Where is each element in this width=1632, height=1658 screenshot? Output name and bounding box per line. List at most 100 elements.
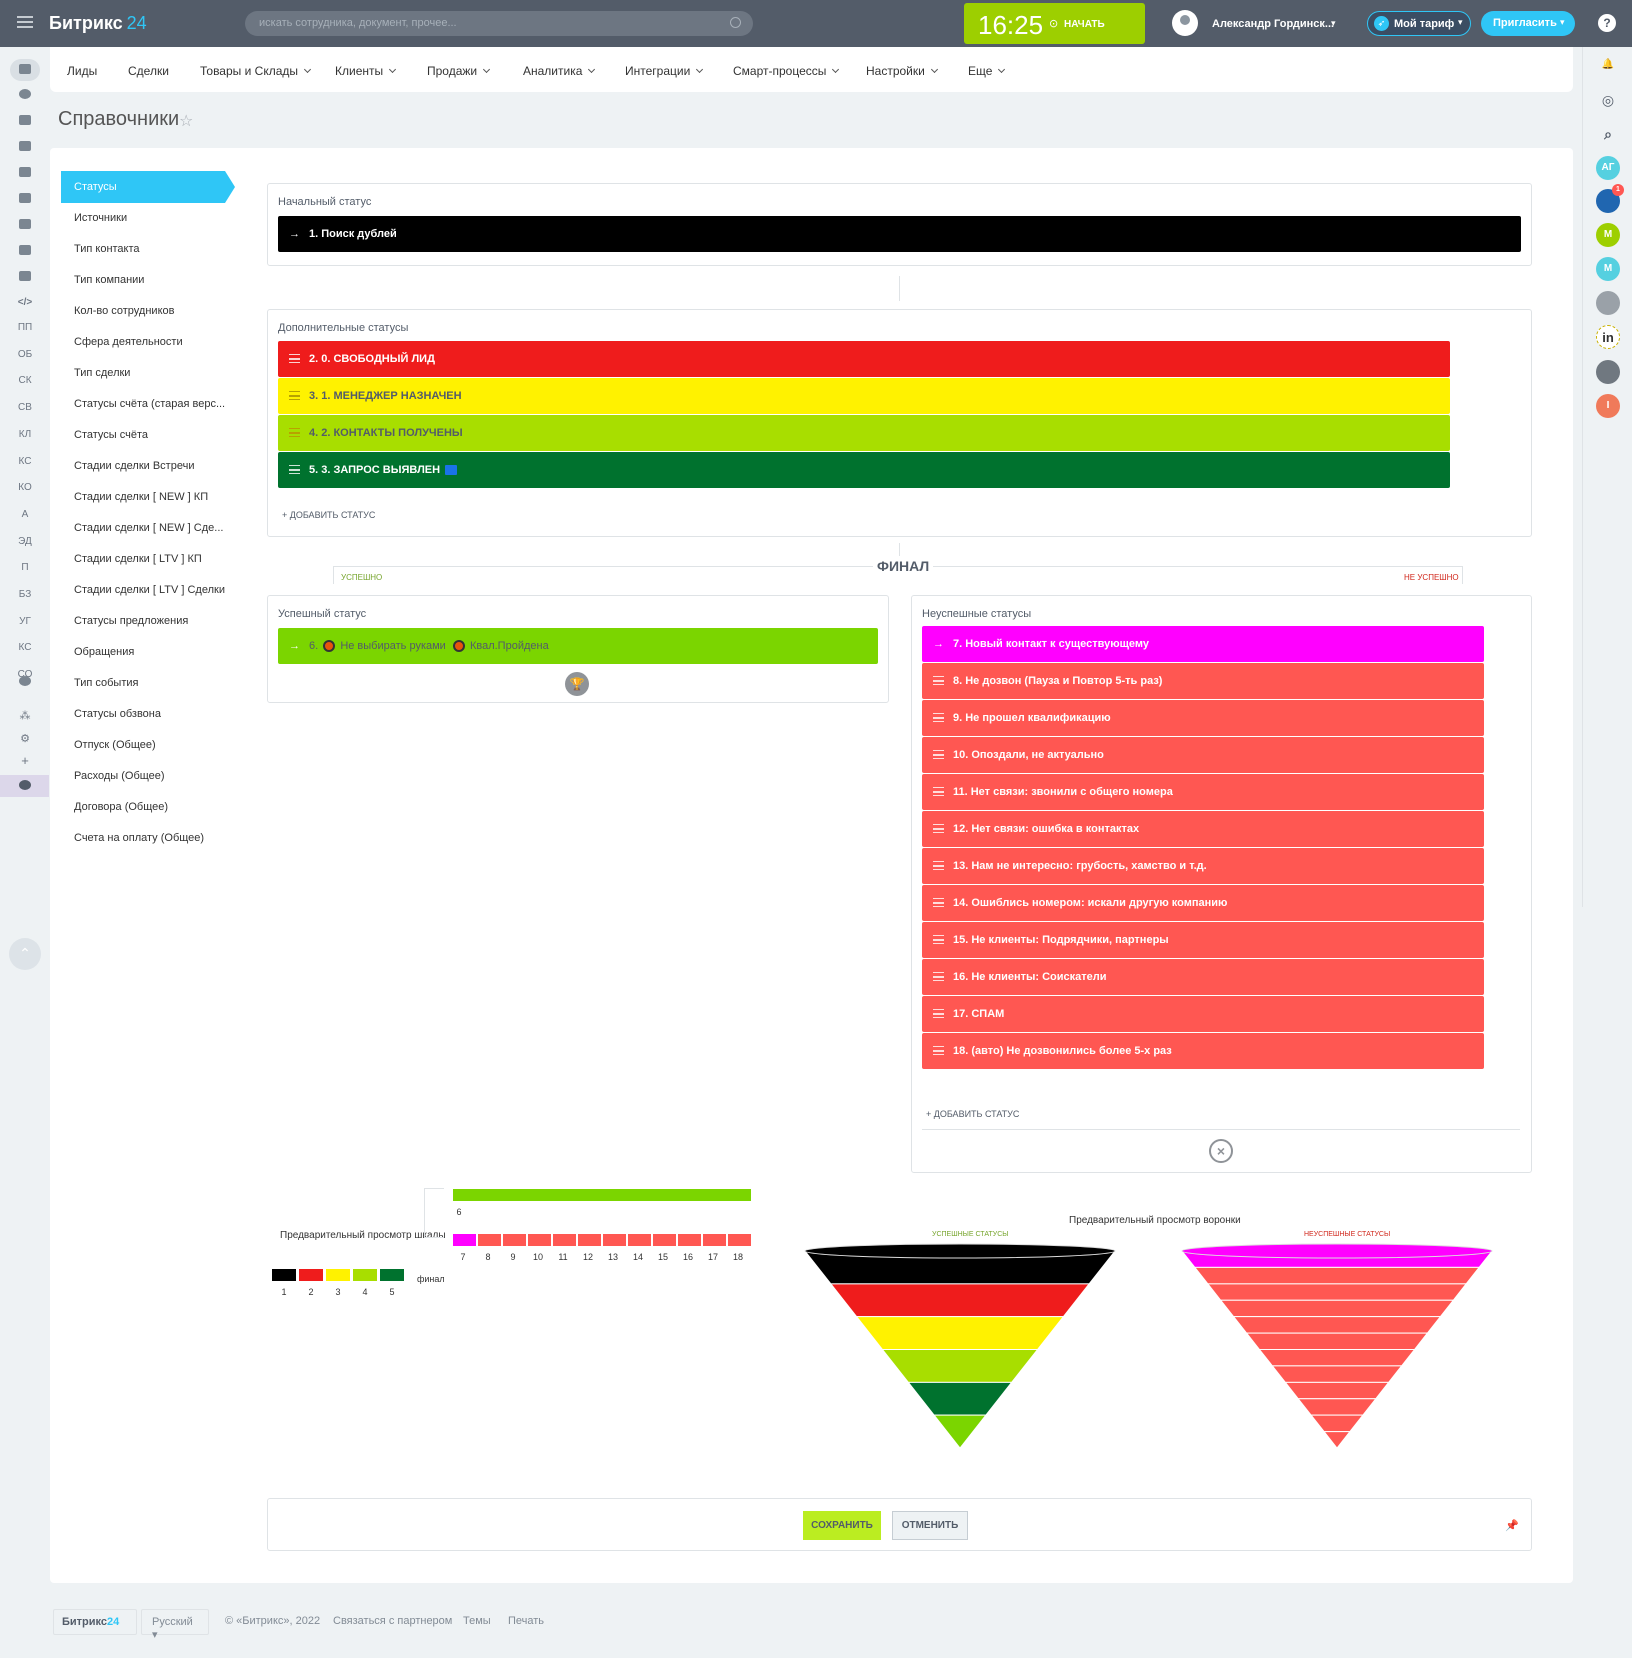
status-item[interactable]: 8. Не дозвон (Пауза и Повтор 5-ть раз): [922, 663, 1484, 699]
leftbar-item[interactable]: СК: [10, 370, 40, 392]
add-status-link[interactable]: + ДОБАВИТЬ СТАТУС: [282, 510, 375, 520]
status-item[interactable]: 10. Опоздали, не актуально: [922, 737, 1484, 773]
status-item[interactable]: → 6. Не выбирать руками Квал.Пройдена: [278, 628, 878, 664]
leftbar-item[interactable]: П: [10, 557, 40, 579]
sidenav-item[interactable]: Стадии сделки Встречи: [61, 450, 237, 482]
menu-item[interactable]: Смарт-процессы: [733, 64, 840, 78]
box-icon[interactable]: [10, 266, 40, 288]
status-item[interactable]: 9. Не прошел квалификацию: [922, 700, 1484, 736]
chevron-down-icon[interactable]: [10, 671, 40, 693]
scroll-up-icon[interactable]: ⌃: [9, 938, 41, 970]
sidenav-item[interactable]: Статусы счёта (старая верс...: [61, 388, 237, 420]
leftbar-item[interactable]: КС: [10, 637, 40, 659]
status-item[interactable]: 13. Нам не интересно: грубость, хамство …: [922, 848, 1484, 884]
group-chat-icon[interactable]: 1: [1596, 184, 1624, 213]
sidenav-item[interactable]: Статусы: [61, 171, 225, 203]
menu-item[interactable]: Настройки: [866, 64, 938, 78]
avatar[interactable]: М: [1596, 257, 1620, 281]
target-icon[interactable]: [10, 84, 40, 106]
status-item[interactable]: 18. (авто) Не дозвонились более 5-х раз: [922, 1033, 1484, 1069]
status-item[interactable]: 4. 2. КОНТАКТЫ ПОЛУЧЕНЫ: [278, 415, 1450, 451]
menu-item[interactable]: Клиенты: [335, 64, 397, 78]
leftbar-item[interactable]: ЭД: [10, 531, 40, 553]
leftbar-item[interactable]: ПП: [10, 317, 40, 339]
hamburger-menu-icon[interactable]: [17, 16, 33, 28]
partner-link[interactable]: Связаться с партнером: [333, 1615, 452, 1627]
menu-item[interactable]: Еще: [968, 64, 1006, 78]
status-item[interactable]: 11. Нет связи: звонили с общего номера: [922, 774, 1484, 810]
sidenav-item[interactable]: Стадии сделки [ LTV ] Сделки: [61, 574, 237, 606]
themes-link[interactable]: Темы: [463, 1615, 491, 1627]
leftbar-item[interactable]: СВ: [10, 397, 40, 419]
language-select[interactable]: Русский ▾: [141, 1609, 209, 1641]
sidenav-item[interactable]: Сфера деятельности: [61, 326, 237, 358]
drag-handle-icon[interactable]: [933, 713, 944, 722]
avatar[interactable]: АГ: [1596, 156, 1620, 180]
search-icon[interactable]: [730, 17, 741, 28]
puzzle-icon[interactable]: [10, 162, 40, 184]
tariff-button[interactable]: ➶ Мой тариф ▾: [1367, 11, 1471, 36]
menu-item[interactable]: Лиды: [67, 64, 97, 78]
sidenav-item[interactable]: Стадии сделки [ NEW ] Сде...: [61, 512, 237, 544]
status-item[interactable]: 16. Не клиенты: Соискатели: [922, 959, 1484, 995]
drag-handle-icon[interactable]: [933, 935, 944, 944]
avatar[interactable]: I: [1596, 394, 1620, 418]
cart-icon[interactable]: [10, 110, 40, 132]
leftbar-item[interactable]: БЗ: [10, 584, 40, 606]
footer-logo[interactable]: Битрикс24: [53, 1609, 137, 1635]
avatar[interactable]: [1596, 360, 1620, 384]
add-status-link[interactable]: + ДОБАВИТЬ СТАТУС: [926, 1109, 1019, 1119]
status-item[interactable]: 3. 1. МЕНЕДЖЕР НАЗНАЧЕН: [278, 378, 1450, 414]
leftbar-item[interactable]: КО: [10, 477, 40, 499]
leftbar-item[interactable]: А: [10, 504, 40, 526]
sidenav-item[interactable]: Тип сделки: [61, 357, 237, 389]
search-input[interactable]: искать сотрудника, документ, прочее...: [245, 11, 753, 36]
print-link[interactable]: Печать: [508, 1615, 544, 1627]
leftbar-item[interactable]: УГ: [10, 611, 40, 633]
drag-handle-icon[interactable]: [289, 428, 300, 437]
avatar[interactable]: in: [1596, 325, 1620, 349]
leftbar-item[interactable]: ОБ: [10, 344, 40, 366]
invite-button[interactable]: Пригласить ▾: [1481, 11, 1575, 36]
plus-icon[interactable]: +: [10, 750, 40, 772]
menu-item[interactable]: Сделки: [128, 64, 169, 78]
drag-handle-icon[interactable]: [933, 750, 944, 759]
drag-handle-icon[interactable]: [933, 898, 944, 907]
drag-handle-icon[interactable]: [933, 824, 944, 833]
sidenav-item[interactable]: Тип события: [61, 667, 237, 699]
status-item[interactable]: 15. Не клиенты: Подрядчики, партнеры: [922, 922, 1484, 958]
gear-icon[interactable]: ⚙: [10, 728, 40, 750]
bell-icon[interactable]: 🔔: [1596, 53, 1620, 77]
filter-icon[interactable]: [10, 59, 40, 81]
logo[interactable]: Битрикс 24: [49, 13, 147, 34]
drag-handle-icon[interactable]: [289, 354, 300, 363]
menu-item[interactable]: Интеграции: [625, 64, 704, 78]
avatar[interactable]: [1596, 291, 1620, 315]
drag-handle-icon[interactable]: [933, 861, 944, 870]
status-item[interactable]: 17. СПАМ: [922, 996, 1484, 1032]
drag-handle-icon[interactable]: [933, 676, 944, 685]
sidenav-item[interactable]: Тип контакта: [61, 233, 237, 265]
drag-handle-icon[interactable]: [933, 787, 944, 796]
drag-handle-icon[interactable]: [933, 1046, 944, 1055]
sidenav-item[interactable]: Статусы счёта: [61, 419, 237, 451]
sidenav-item[interactable]: Отпуск (Общее): [61, 729, 237, 761]
cancel-button[interactable]: ОТМЕНИТЬ: [892, 1511, 968, 1540]
status-item[interactable]: → 1. Поиск дублей: [278, 216, 1521, 252]
status-item[interactable]: 12. Нет связи: ошибка в контактах: [922, 811, 1484, 847]
menu-item[interactable]: Продажи: [427, 64, 491, 78]
sidenav-item[interactable]: Договора (Общее): [61, 791, 237, 823]
sidenav-item[interactable]: Статусы предложения: [61, 605, 237, 637]
sidenav-item[interactable]: Тип компании: [61, 264, 237, 296]
sidenav-item[interactable]: Счета на оплату (Общее): [61, 822, 237, 854]
robot-icon[interactable]: [10, 214, 40, 236]
avatar[interactable]: М: [1596, 223, 1620, 247]
box-icon[interactable]: [10, 240, 40, 262]
status-item[interactable]: → 7. Новый контакт к существующему: [922, 626, 1484, 662]
work-day-clock[interactable]: 16:25 ⊙ НАЧАТЬ: [964, 3, 1145, 44]
star-icon[interactable]: ☆: [179, 111, 193, 131]
menu-item[interactable]: Товары и Склады: [200, 64, 312, 78]
sidenav-item[interactable]: Обращения: [61, 636, 237, 668]
sidenav-item[interactable]: Источники: [61, 202, 237, 234]
pin-icon[interactable]: 📌: [1505, 1519, 1519, 1532]
